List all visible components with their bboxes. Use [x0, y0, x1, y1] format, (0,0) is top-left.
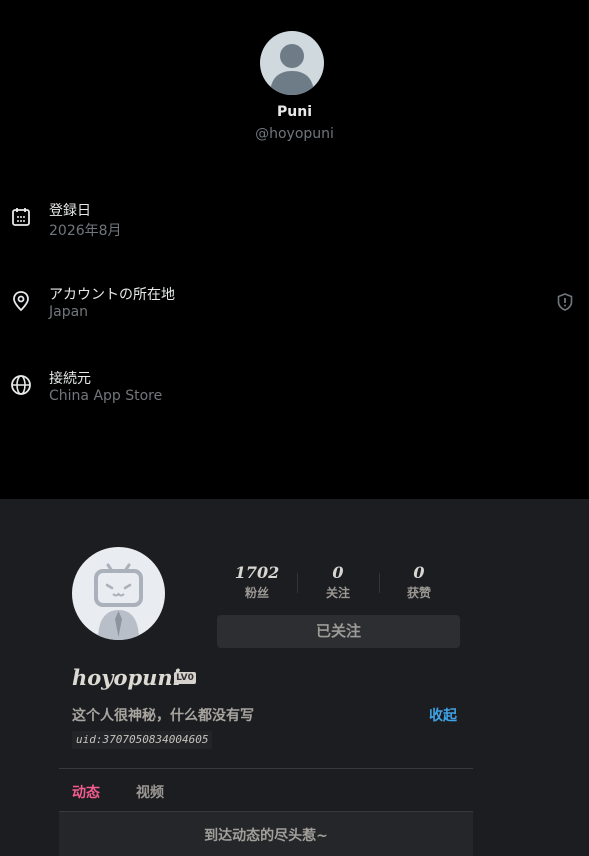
- connected-via-label: 接続元: [49, 371, 91, 387]
- bilibili-avatar[interactable]: [72, 547, 165, 640]
- calendar-icon: [10, 206, 32, 228]
- following-stat[interactable]: 0 关注: [298, 563, 378, 601]
- user-signature: 这个人很神秘，什么都没有写: [72, 708, 254, 724]
- display-name: Puni: [277, 104, 312, 120]
- tv-mascot-icon: [94, 563, 143, 640]
- fans-stat[interactable]: 1702 粉丝: [217, 563, 297, 601]
- default-avatar[interactable]: [260, 31, 324, 95]
- fans-count: 1702: [234, 563, 280, 582]
- tab-dynamics[interactable]: 动态: [72, 782, 100, 802]
- user-handle: @hoyopuni: [255, 126, 334, 142]
- shield-alert-icon[interactable]: [555, 292, 575, 312]
- joined-date-row: 登録日 2026年8月: [0, 200, 589, 250]
- likes-count: 0: [413, 563, 425, 582]
- globe-icon: [10, 374, 32, 396]
- likes-stat[interactable]: 0 获赞: [379, 563, 459, 601]
- connected-via-value: China App Store: [49, 388, 163, 404]
- account-about-panel: Puni @hoyopuni 登録日 2026年8月 アカウントの所在地 Jap…: [0, 0, 589, 499]
- level-badge: LV0: [174, 672, 196, 684]
- followed-button[interactable]: 已关注: [217, 615, 460, 648]
- divider: [59, 768, 473, 769]
- location-pin-icon: [10, 290, 32, 312]
- joined-label: 登録日: [49, 203, 91, 219]
- likes-label: 获赞: [406, 586, 431, 600]
- location-label: アカウントの所在地: [49, 287, 175, 303]
- location-value: Japan: [49, 304, 89, 320]
- person-silhouette-icon: [270, 44, 314, 95]
- following-count: 0: [332, 563, 344, 582]
- feed-end-message: 到达动态的尽头惹~: [204, 828, 328, 844]
- joined-value: 2026年8月: [49, 223, 122, 239]
- fans-label: 粉丝: [244, 586, 269, 600]
- account-location-row: アカウントの所在地 Japan: [0, 284, 589, 334]
- bilibili-username: hoyopuni: [72, 665, 181, 690]
- connected-via-row: 接続元 China App Store: [0, 368, 589, 418]
- bilibili-profile-card: 1702 粉丝 0 关注 0 获赞 已关注 hoyopuni LV0 这个人很神…: [0, 499, 589, 856]
- uid-tag[interactable]: uid:3707050834004605: [72, 731, 213, 749]
- following-label: 关注: [325, 586, 350, 600]
- collapse-link[interactable]: 收起: [429, 705, 457, 725]
- feed-end-area: 到达动态的尽头惹~: [59, 812, 473, 856]
- tab-videos[interactable]: 视频: [136, 782, 164, 802]
